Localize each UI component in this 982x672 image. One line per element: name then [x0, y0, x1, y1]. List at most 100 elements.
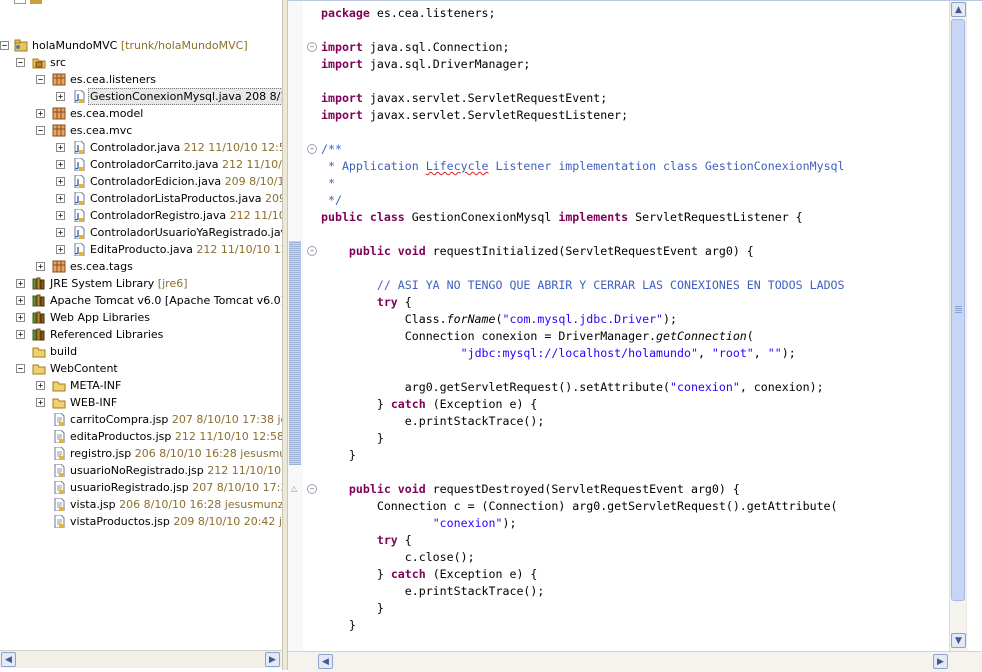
- tree-item-package-tags[interactable]: + es.cea.tags: [0, 258, 282, 275]
- java-file-icon: [74, 226, 85, 239]
- code-line: c.close();: [321, 549, 475, 566]
- code-token: "conexion": [432, 516, 503, 530]
- fold-collapse-icon[interactable]: −: [307, 484, 317, 494]
- fold-collapse-icon[interactable]: −: [307, 42, 317, 52]
- tree-item-java-file[interactable]: + EditaProducto.java 212 11/10/10 12:5: [0, 241, 298, 258]
- thumb-grip-icon: [955, 306, 962, 313]
- code-token: public: [348, 482, 391, 496]
- code-line: }: [321, 430, 384, 447]
- collapse-toggle-icon[interactable]: −: [36, 126, 45, 135]
- expand-toggle-icon[interactable]: +: [16, 313, 25, 322]
- tree-item-gestionconexionmysql[interactable]: + GestionConexionMysql.java 208 8/10/1: [0, 88, 308, 105]
- jsp-file-icon: [54, 515, 65, 528]
- folder-icon: [32, 364, 46, 375]
- tree-item-referenced-libraries[interactable]: + Referenced Libraries: [0, 326, 282, 343]
- tree-item-label: build: [50, 345, 78, 358]
- scroll-right-button[interactable]: ▶: [265, 652, 280, 667]
- collapse-toggle-icon[interactable]: −: [16, 58, 25, 67]
- tree-item-src[interactable]: − src: [0, 54, 282, 71]
- code-line: public void requestDestroyed(ServletRequ…: [321, 481, 740, 498]
- code-line: * Application Lifecycle Listener impleme…: [321, 158, 845, 175]
- code-line: }: [321, 617, 356, 634]
- tree-item-java-file[interactable]: + ControladorEdicion.java 209 8/10/10 2: [0, 173, 302, 190]
- java-file-icon: [74, 175, 85, 188]
- scroll-up-button[interactable]: ▲: [951, 2, 966, 17]
- tree-item-label: WebContent: [50, 362, 118, 375]
- code-token: void: [397, 244, 426, 258]
- tree-item-project[interactable]: − holaMundoMVC [trunk/holaMundoMVC]: [0, 37, 282, 54]
- expand-toggle-icon[interactable]: +: [36, 262, 45, 271]
- expand-toggle-icon[interactable]: +: [16, 330, 25, 339]
- tree-item-tomcat-library[interactable]: + Apache Tomcat v6.0 [Apache Tomcat v6.0…: [0, 292, 285, 309]
- tree-item-jsp-file[interactable]: registro.jsp 206 8/10/10 16:28 jesusmunz: [0, 445, 299, 462]
- code-token: getConnection: [656, 329, 747, 343]
- fold-collapse-icon[interactable]: −: [307, 246, 317, 256]
- tree-item-package-model[interactable]: + es.cea.model: [0, 105, 282, 122]
- expand-toggle-icon[interactable]: +: [36, 398, 45, 407]
- collapse-toggle-icon[interactable]: −: [36, 75, 45, 84]
- collapse-toggle-icon[interactable]: −: [0, 41, 9, 50]
- scroll-left-button[interactable]: ◀: [318, 654, 333, 669]
- expand-toggle-icon[interactable]: +: [16, 296, 25, 305]
- tree-item-package-listeners[interactable]: − es.cea.listeners: [0, 71, 282, 88]
- tree-item-meta-inf[interactable]: + META-INF: [0, 377, 282, 394]
- tree-item-web-inf[interactable]: + WEB-INF: [0, 394, 282, 411]
- code-area[interactable]: package es.cea.listeners; import java.sq…: [321, 1, 949, 651]
- annotation-ruler[interactable]: △: [288, 1, 304, 651]
- java-editor[interactable]: △ − − − − package es.cea.listeners; impo…: [288, 0, 982, 672]
- scroll-down-button[interactable]: ▼: [951, 633, 966, 648]
- scroll-right-button[interactable]: ▶: [933, 654, 948, 669]
- code-token: (: [746, 329, 754, 343]
- tree-item-java-file[interactable]: + ControladorRegistro.java 212 11/10/10: [0, 207, 304, 224]
- expand-toggle-icon[interactable]: +: [56, 211, 65, 220]
- expand-toggle-icon[interactable]: +: [36, 109, 45, 118]
- editor-vertical-scrollbar[interactable]: ▲ ▼: [949, 1, 967, 651]
- tree-item-build[interactable]: build: [0, 343, 282, 360]
- scrollbar-thumb[interactable]: [951, 19, 965, 601]
- code-token: public: [321, 210, 363, 224]
- tree-item-label: ControladorListaProductos.java: [90, 192, 262, 205]
- tree-item-jre-library[interactable]: + JRE System Library [jre6]: [0, 275, 282, 292]
- tree-item-java-file[interactable]: + ControladorCarrito.java 212 11/10/10: [0, 156, 296, 173]
- tree-item-jsp-file[interactable]: carritoCompra.jsp 207 8/10/10 17:38 jesu: [0, 411, 300, 428]
- collapse-toggle-icon[interactable]: −: [16, 364, 25, 373]
- code-token: catch: [390, 567, 426, 581]
- tree-item-jsp-file[interactable]: vistaProductos.jsp 209 8/10/10 20:42 jes…: [0, 513, 301, 530]
- editor-horizontal-scrollbar[interactable]: ◀ ▶: [288, 651, 982, 672]
- code-line: /**: [321, 141, 342, 158]
- tree-item-label: ControladorCarrito.java: [90, 158, 219, 171]
- expand-toggle-icon[interactable]: +: [56, 160, 65, 169]
- expand-toggle-icon[interactable]: +: [56, 245, 65, 254]
- code-token: }: [321, 431, 384, 445]
- expand-toggle-icon[interactable]: +: [56, 177, 65, 186]
- library-icon: [32, 294, 45, 307]
- project-icon: [14, 39, 28, 52]
- expand-toggle-icon[interactable]: +: [56, 143, 65, 152]
- tree-item-package-mvc[interactable]: − es.cea.mvc: [0, 122, 282, 139]
- tree-item-java-file[interactable]: + Controlador.java 212 11/10/10 12:58: [0, 139, 293, 156]
- code-token: * Application: [321, 159, 426, 173]
- explorer-horizontal-scrollbar[interactable]: ◀ ▶: [0, 650, 282, 668]
- tree-item-jsp-file[interactable]: editaProductos.jsp 212 11/10/10 12:58 je: [0, 428, 297, 445]
- code-token: }: [321, 567, 391, 581]
- tree-item-label: src: [50, 56, 67, 69]
- code-line: arg0.getServletRequest().setAttribute("c…: [321, 379, 824, 396]
- scroll-left-button[interactable]: ◀: [1, 652, 16, 667]
- tree-item-java-file[interactable]: + ControladorListaProductos.java 209 8/: [0, 190, 300, 207]
- tree-item-webapp-libraries[interactable]: + Web App Libraries: [0, 309, 282, 326]
- code-line: import java.sql.DriverManager;: [321, 56, 530, 73]
- fold-collapse-icon[interactable]: −: [307, 144, 317, 154]
- expand-toggle-icon[interactable]: +: [16, 279, 25, 288]
- source-folder-icon: [32, 58, 46, 69]
- expand-toggle-icon[interactable]: +: [36, 381, 45, 390]
- tree-item-webcontent[interactable]: − WebContent: [0, 360, 282, 377]
- tree-item-jsp-file[interactable]: vista.jsp 206 8/10/10 16:28 jesusmunzoné: [0, 496, 304, 513]
- expand-toggle-icon[interactable]: +: [56, 194, 65, 203]
- tree-item-java-file[interactable]: + ControladorUsuarioYaRegistrado.java 2: [0, 224, 304, 241]
- tree-item-jsp-file[interactable]: usuarioRegistrado.jsp 207 8/10/10 17:38 …: [0, 479, 301, 496]
- expand-toggle-icon[interactable]: +: [56, 228, 65, 237]
- tree-item-jsp-file[interactable]: usuarioNoRegistrado.jsp 212 11/10/10 12:: [0, 462, 302, 479]
- expand-toggle-icon[interactable]: +: [56, 92, 65, 101]
- overview-ruler[interactable]: [966, 1, 982, 651]
